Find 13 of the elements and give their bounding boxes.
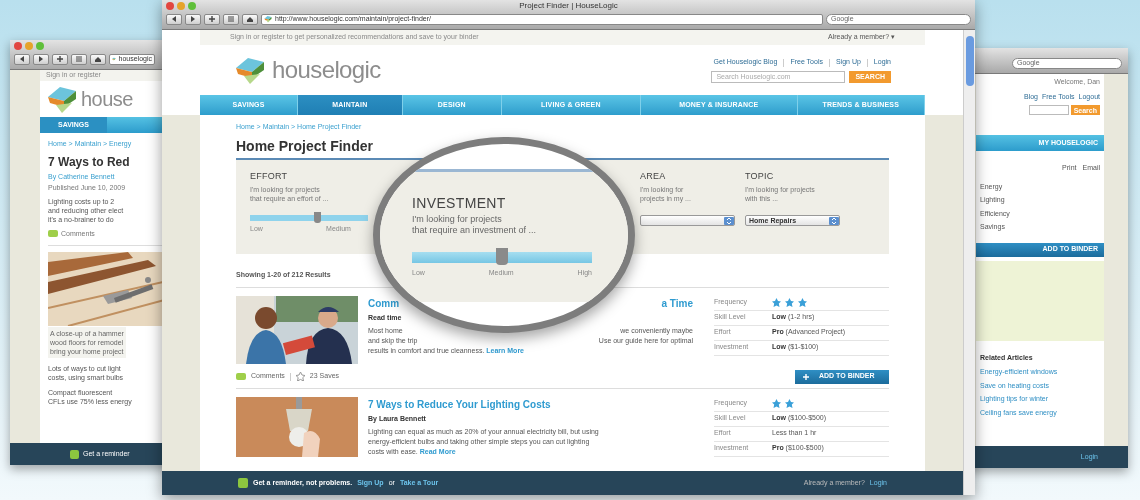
article-title: 7 Ways to Red (48, 153, 130, 171)
page-heading: Home Project Finder (236, 138, 373, 153)
brand-name[interactable]: houselogic (272, 58, 381, 82)
filter-label: INVESTMENT (412, 196, 506, 210)
filter-description: I'm looking for projects that require an investment of ... (412, 214, 537, 236)
filter-label: TOPIC (745, 169, 774, 183)
filter-label: AREA (640, 169, 666, 183)
article-title-link[interactable]: 7 Ways to Reduce Your Lighting Costs (368, 396, 551, 412)
article-title-link[interactable]: Comm (368, 295, 400, 311)
window-title: Project Finder | HouseLogic (519, 0, 618, 12)
article-title-link[interactable]: a Time (661, 295, 693, 311)
filter-label: EFFORT (250, 169, 288, 183)
brand-name: house (81, 89, 133, 109)
